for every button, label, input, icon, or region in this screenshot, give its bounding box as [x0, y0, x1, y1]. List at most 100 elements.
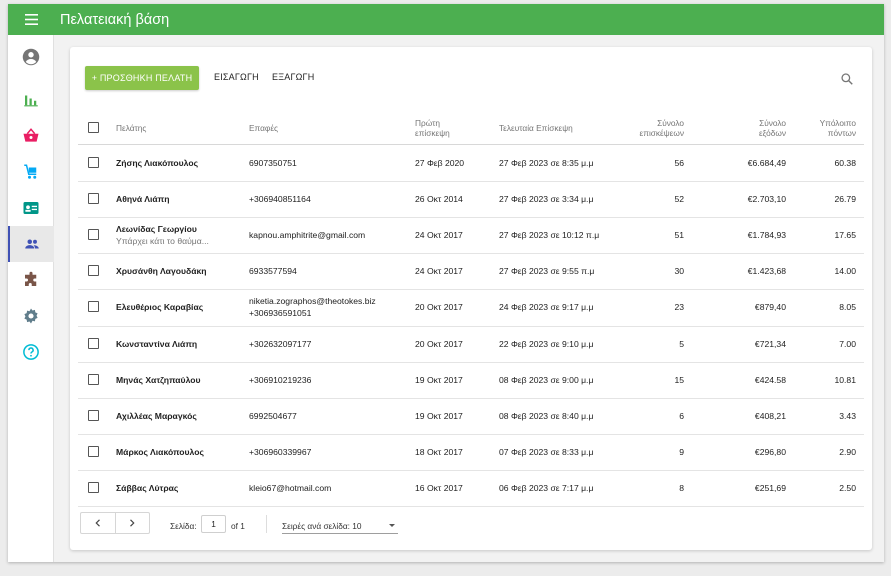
sidebar-item-orders[interactable]	[8, 118, 54, 154]
customer-name[interactable]: Ελευθέριος Καραβίας	[116, 302, 203, 312]
gear-icon	[24, 308, 38, 324]
top-app-bar: Πελατειακή βάση	[8, 4, 884, 35]
sidebar-item-customers[interactable]	[8, 226, 54, 262]
sidebar-item-extensions[interactable]	[8, 262, 54, 298]
header-total-spend[interactable]: Σύνολο εξόδων	[716, 118, 786, 138]
last-visit: 27 Φεβ 2023 σε 8:35 μ.μ	[499, 158, 594, 169]
select-all-checkbox[interactable]	[88, 122, 99, 133]
puzzle-icon	[25, 271, 37, 286]
first-visit: 26 Οκτ 2014	[415, 194, 463, 205]
customer-name[interactable]: Μηνάς Χατζηπαύλου	[116, 375, 201, 385]
first-visit: 20 Οκτ 2017	[415, 338, 463, 349]
header-customer[interactable]: Πελάτης	[116, 123, 146, 133]
customer-name[interactable]: Μάρκος Λιακόπουλος	[116, 447, 204, 457]
last-visit: 27 Φεβ 2023 σε 3:34 μ.μ	[499, 194, 594, 205]
customer-name[interactable]: Χρυσάνθη Λαγουδάκη	[116, 266, 207, 276]
header-contacts[interactable]: Επαφές	[249, 123, 278, 133]
customer-name[interactable]: Ζήσης Λιακόπουλος	[116, 158, 198, 168]
header-last-visit[interactable]: Τελευταία Επίσκεψη	[499, 123, 573, 133]
customer-name[interactable]: Λεωνίδας Γεωργίου	[116, 224, 197, 234]
row-checkbox[interactable]	[88, 445, 99, 457]
export-button[interactable]: ΕΞΑΓΩΓΗ	[272, 72, 314, 82]
total-spend: €296,80	[754, 446, 786, 457]
sidebar-item-account[interactable]	[8, 39, 54, 75]
import-button[interactable]: ΕΙΣΑΓΩΓΗ	[214, 72, 259, 82]
page-number-input[interactable]: 1	[201, 515, 226, 533]
contact-info: kapnou.amphitrite@gmail.com	[249, 230, 366, 241]
row-checkbox[interactable]	[88, 409, 99, 421]
next-page-button[interactable]	[114, 513, 150, 533]
row-divider	[78, 181, 864, 183]
total-spend: €2.703,10	[747, 194, 786, 205]
sidebar-item-help[interactable]	[8, 334, 54, 370]
rows-per-page-select[interactable]: Σειρές ανά σελίδα: 10	[282, 517, 398, 534]
pagination-arrows	[80, 512, 150, 534]
customer-name[interactable]: Αθηνά Λιάπη	[116, 194, 169, 204]
account-circle-icon	[22, 48, 40, 66]
last-visit: 08 Φεβ 2023 σε 8:40 μ.μ	[499, 410, 594, 421]
sidebar-item-stats[interactable]	[8, 82, 54, 118]
last-visit: 08 Φεβ 2023 σε 9:00 μ.μ	[499, 374, 594, 385]
total-visits: 9	[679, 446, 684, 457]
row-divider	[78, 253, 864, 255]
row-divider	[78, 469, 864, 471]
customer-name[interactable]: Σάββας Λύτρας	[116, 483, 178, 493]
row-divider	[78, 361, 864, 363]
row-divider	[78, 506, 864, 507]
row-checkbox[interactable]	[88, 373, 99, 385]
total-spend: €6.684,49	[747, 158, 786, 169]
customer-name[interactable]: Αχιλλέας Μαραγκός	[116, 411, 197, 421]
chevron-right-icon	[130, 519, 135, 527]
sidebar-item-settings[interactable]	[8, 298, 54, 334]
points-balance: 8.05	[839, 302, 856, 313]
page-label: Σελίδα:	[170, 521, 197, 531]
points-balance: 7.00	[839, 338, 856, 349]
add-customer-button[interactable]: + ΠΡΟΣΘΗΚΗ ΠΕΛΑΤΗ	[85, 66, 199, 90]
sidebar-item-cart[interactable]	[8, 154, 54, 190]
header-total-visits[interactable]: Σύνολο επισκέψεων	[614, 118, 684, 138]
total-spend: €879,40	[754, 302, 786, 313]
page-total-label: of 1	[231, 521, 245, 531]
search-icon[interactable]	[840, 72, 854, 86]
row-checkbox[interactable]	[88, 229, 99, 241]
customer-note: Υπάρχει κάτι το θαύμα...	[116, 236, 209, 247]
row-checkbox[interactable]	[88, 337, 99, 349]
row-checkbox[interactable]	[88, 301, 99, 313]
sidebar-item-contacts[interactable]	[8, 190, 54, 226]
first-visit: 19 Οκτ 2017	[415, 374, 463, 385]
header-divider	[78, 144, 864, 145]
people-icon	[25, 239, 39, 249]
last-visit: 27 Φεβ 2023 σε 9:55 π.μ	[499, 266, 595, 277]
customer-name[interactable]: Κωνσταντίνα Λιάπη	[116, 339, 197, 349]
app-window: Πελατειακή βάση + ΠΡΟΣΘΗΚΗ ΠΕΛΑΤΗ ΕΙΣΑΓΩ…	[8, 4, 884, 562]
total-visits: 56	[674, 158, 684, 169]
total-visits: 5	[679, 338, 684, 349]
points-balance: 2.50	[839, 482, 856, 493]
row-checkbox[interactable]	[88, 481, 99, 493]
row-divider	[78, 325, 864, 327]
total-visits: 6	[679, 410, 684, 421]
first-visit: 27 Φεβ 2020	[415, 158, 465, 169]
contact-phone: +306936591051	[249, 308, 312, 319]
points-balance: 14.00	[834, 266, 856, 277]
menu-icon[interactable]	[8, 4, 54, 35]
header-points[interactable]: Υπόλοιπο πόντων	[786, 118, 856, 138]
row-checkbox[interactable]	[88, 157, 99, 169]
contact-info: +306910219236	[249, 374, 312, 385]
header-first-visit[interactable]: Πρώτη επίσκεψη	[415, 118, 450, 138]
pagination-divider	[266, 515, 267, 533]
chevron-left-icon	[95, 519, 100, 527]
row-divider	[78, 289, 864, 291]
total-spend: €424.58	[754, 374, 786, 385]
last-visit: 27 Φεβ 2023 σε 10:12 π.μ	[499, 230, 600, 241]
row-checkbox[interactable]	[88, 265, 99, 277]
bar-chart-icon	[24, 95, 38, 107]
first-visit: 18 Οκτ 2017	[415, 446, 463, 457]
prev-page-button[interactable]	[81, 513, 115, 533]
customers-card: + ΠΡΟΣΘΗΚΗ ΠΕΛΑΤΗ ΕΙΣΑΓΩΓΗ ΕΞΑΓΩΓΗ Πελάτ…	[70, 47, 872, 550]
total-spend: €408,21	[754, 410, 786, 421]
points-balance: 3.43	[839, 410, 856, 421]
points-balance: 17.65	[834, 230, 856, 241]
row-checkbox[interactable]	[88, 193, 99, 205]
row-divider	[78, 217, 864, 219]
